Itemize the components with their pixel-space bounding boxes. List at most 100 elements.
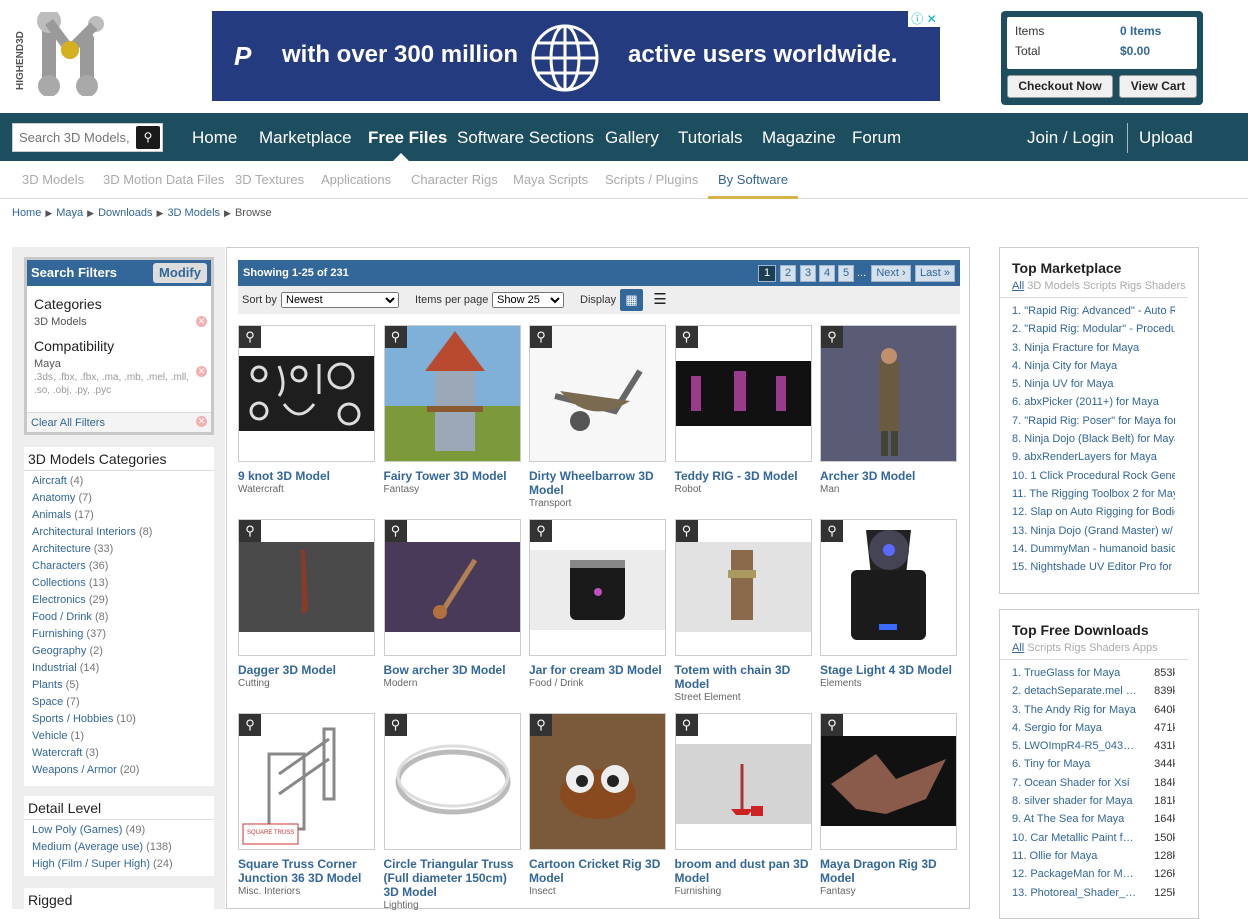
tf-tab-rigs[interactable]: Rigs [1064, 642, 1086, 654]
model-thumbnail[interactable]: ⚲ [820, 713, 957, 850]
top-marketplace-item[interactable]: 10. 1 Click Procedural Rock Generator [1000, 467, 1175, 485]
breadcrumb-downloads[interactable]: Downloads [98, 207, 152, 219]
top-free-item[interactable]: 5. LWOImpR4-R5_043 for Maya 431k [1000, 737, 1175, 755]
tm-tab-models[interactable]: 3D Models [1027, 280, 1080, 292]
top-free-name[interactable]: 5. LWOImpR4-R5_043 for Maya [1012, 737, 1137, 755]
category-item[interactable]: Geography (2) [24, 643, 214, 660]
model-name[interactable]: 9 knot 3D Model [238, 469, 375, 483]
model-thumbnail[interactable]: SQUARE TRUSS ⚲ [238, 713, 375, 850]
top-free-item[interactable]: 3. The Andy Rig for Maya 640k [1000, 701, 1175, 719]
model-card[interactable]: ⚲ Cartoon Cricket Rig 3D Model Insect [529, 713, 666, 897]
model-name[interactable]: Dirty Wheelbarrow 3D Model [529, 469, 666, 497]
model-thumbnail[interactable]: ⚲ [383, 325, 521, 462]
model-card[interactable]: ⚲ broom and dust pan 3D Model Furnishing [674, 713, 812, 897]
page-5[interactable]: 5 [838, 265, 854, 282]
top-free-item[interactable]: 9. At The Sea for Maya 164k [1000, 810, 1175, 828]
top-free-name[interactable]: 4. Sergio for Maya [1012, 719, 1137, 737]
model-category[interactable]: Cutting [238, 678, 375, 689]
breadcrumb-3d-models[interactable]: 3D Models [167, 207, 220, 219]
model-category[interactable]: Modern [384, 678, 521, 689]
subnav-applications[interactable]: Applications [321, 161, 391, 199]
top-free-item[interactable]: 2. detachSeparate.mel for Maya 839k [1000, 682, 1175, 700]
category-item[interactable]: Food / Drink (8) [24, 609, 214, 626]
subnav-maya-scripts[interactable]: Maya Scripts [513, 161, 588, 199]
model-category[interactable]: Fantasy [384, 484, 521, 495]
checkout-button[interactable]: Checkout Now [1007, 75, 1113, 98]
category-link[interactable]: Aircraft [32, 475, 67, 487]
detail-link[interactable]: High (Film / Super High) [32, 858, 150, 870]
top-free-name[interactable]: 6. Tiny for Maya [1012, 755, 1137, 773]
top-marketplace-item[interactable]: 9. abxRenderLayers for Maya [1000, 448, 1175, 466]
subnav-scripts-plugins[interactable]: Scripts / Plugins [605, 161, 698, 199]
model-name[interactable]: Teddy RIG - 3D Model [675, 469, 812, 483]
model-card[interactable]: ⚲ Totem with chain 3D Model Street Element [674, 519, 812, 703]
top-free-item[interactable]: 4. Sergio for Maya 471k [1000, 719, 1175, 737]
top-marketplace-item[interactable]: 14. DummyMan - humanoid basic rig [1000, 540, 1175, 558]
model-thumbnail[interactable]: ⚲ [529, 325, 666, 462]
magnify-icon[interactable]: ⚲ [384, 714, 407, 736]
detail-item[interactable]: Medium (Average use) (138) [24, 839, 214, 856]
model-thumbnail[interactable]: ⚲ [820, 519, 957, 656]
category-link[interactable]: Electronics [32, 594, 86, 606]
clear-all-icon[interactable]: ✕ [196, 416, 207, 427]
breadcrumb-home[interactable]: Home [12, 207, 41, 219]
model-name[interactable]: Cartoon Cricket Rig 3D Model [529, 857, 666, 885]
nav-software-sections[interactable]: Software Sections [457, 113, 594, 161]
category-item[interactable]: Weapons / Armor (20) [24, 762, 214, 779]
category-link[interactable]: Watercraft [32, 747, 82, 759]
category-item[interactable]: Characters (36) [24, 558, 214, 575]
model-thumbnail[interactable]: ⚲ [529, 713, 666, 850]
model-name[interactable]: Archer 3D Model [820, 469, 957, 483]
detail-item[interactable]: Low Poly (Games) (49) [24, 822, 214, 839]
model-card[interactable]: ⚲ Bow archer 3D Model Modern [383, 519, 521, 689]
category-item[interactable]: Anatomy (7) [24, 490, 214, 507]
model-category[interactable]: Street Element [675, 692, 812, 703]
top-marketplace-item[interactable]: 3. Ninja Fracture for Maya [1000, 339, 1175, 357]
site-logo[interactable]: HIGHEND3D [14, 9, 109, 97]
last-page-button[interactable]: Last » [915, 265, 955, 282]
magnify-icon[interactable]: ⚲ [530, 326, 552, 348]
subnav-3d-models[interactable]: 3D Models [22, 161, 84, 199]
model-name[interactable]: Dagger 3D Model [238, 663, 375, 677]
subnav-character-rigs[interactable]: Character Rigs [411, 161, 498, 199]
top-marketplace-item[interactable]: 11. The Rigging Toolbox 2 for Maya [1000, 485, 1175, 503]
category-link[interactable]: Space [32, 696, 63, 708]
top-marketplace-item[interactable]: 6. abxPicker (2011+) for Maya [1000, 393, 1175, 411]
top-free-item[interactable]: 13. Photoreal_Shader_Graph for Maya 125k [1000, 884, 1175, 902]
model-card[interactable]: ⚲ Jar for cream 3D Model Food / Drink [529, 519, 666, 689]
category-link[interactable]: Industrial [32, 662, 77, 674]
magnify-icon[interactable]: ⚲ [821, 520, 843, 542]
tm-tab-scripts[interactable]: Scripts [1083, 280, 1117, 292]
category-item[interactable]: Furnishing (37) [24, 626, 214, 643]
page-1[interactable]: 1 [758, 265, 776, 282]
top-marketplace-item[interactable]: 8. Ninja Dojo (Black Belt) for Maya [1000, 430, 1175, 448]
model-name[interactable]: Totem with chain 3D Model [675, 663, 812, 691]
category-item[interactable]: Sports / Hobbies (10) [24, 711, 214, 728]
banner-ad[interactable]: P with over 300 million active users wor… [212, 11, 940, 101]
clear-all-filters[interactable]: Clear All Filters [27, 412, 211, 432]
model-card[interactable]: SQUARE TRUSS ⚲ Square Truss Corner Junctio… [238, 713, 375, 897]
magnify-icon[interactable]: ⚲ [821, 714, 843, 736]
tf-tab-apps[interactable]: Apps [1133, 642, 1158, 654]
category-item[interactable]: Collections (13) [24, 575, 214, 592]
subnav-by-software[interactable]: By Software [708, 161, 799, 199]
subnav-textures[interactable]: 3D Textures [235, 161, 304, 199]
breadcrumb-maya[interactable]: Maya [56, 207, 83, 219]
top-marketplace-item[interactable]: 5. Ninja UV for Maya [1000, 375, 1175, 393]
category-item[interactable]: Plants (5) [24, 677, 214, 694]
model-thumbnail[interactable]: ⚲ [383, 713, 521, 850]
tf-tab-scripts[interactable]: Scripts [1027, 642, 1061, 654]
model-name[interactable]: Stage Light 4 3D Model [820, 663, 957, 677]
model-card[interactable]: ⚲ Dagger 3D Model Cutting [238, 519, 375, 689]
category-item[interactable]: Watercraft (3) [24, 745, 214, 762]
magnify-icon[interactable]: ⚲ [675, 520, 698, 542]
tm-tab-rigs[interactable]: Rigs [1120, 280, 1142, 292]
category-item[interactable]: Architectural Interiors (8) [24, 524, 214, 541]
model-card[interactable]: ⚲ Teddy RIG - 3D Model Robot [674, 325, 812, 495]
category-link[interactable]: Architectural Interiors [32, 526, 136, 538]
magnify-icon[interactable]: ⚲ [239, 520, 261, 542]
search-icon[interactable]: ⚲ [136, 126, 160, 149]
category-link[interactable]: Sports / Hobbies [32, 713, 113, 725]
model-category[interactable]: Transport [529, 498, 666, 509]
category-item[interactable]: Animals (17) [24, 507, 214, 524]
